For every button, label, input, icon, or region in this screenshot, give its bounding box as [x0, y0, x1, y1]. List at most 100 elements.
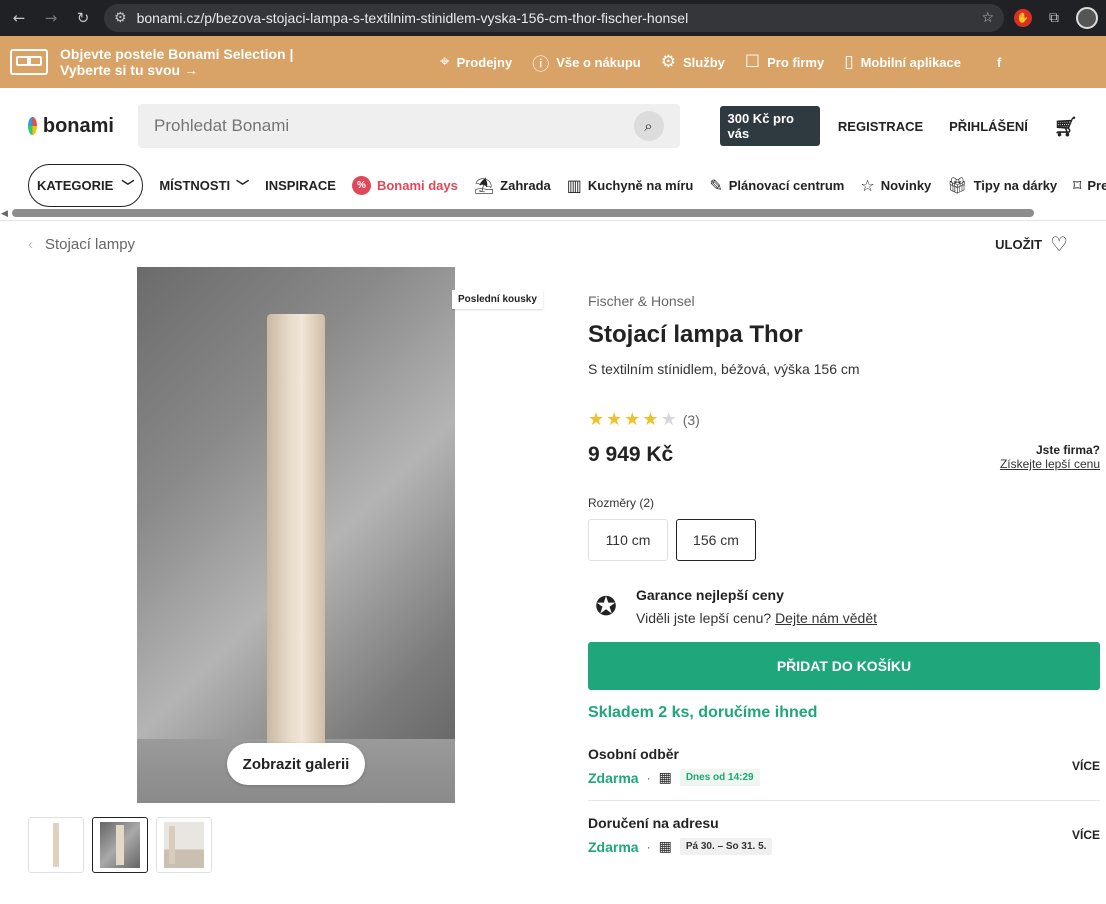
promo-line1: Objevte postele Bonami Selection | [60, 46, 294, 62]
promo-links: ⌖ Prodejny ⓘ Vše o nákupu ⚙ Služby ☐ Pro fir… [440, 50, 1001, 75]
firm-link[interactable]: Získejte lepší cenu [1000, 457, 1100, 471]
nav-zahrada[interactable]: ⛱ Zahrada [474, 176, 551, 195]
nav-tipy-label: Tipy na dárky [973, 177, 1058, 193]
badge-check-icon: ✪ [595, 591, 617, 622]
promo-link-aplikace[interactable]: ▯ Mobilní aplikace [844, 52, 961, 72]
more-button[interactable]: VÍCE [1072, 828, 1100, 842]
show-gallery-button[interactable]: Zobrazit galerii [227, 743, 365, 785]
promo-link-label: Pro firmy [767, 54, 825, 70]
price: 9 949 Kč [588, 443, 674, 466]
breadcrumb[interactable]: ‹ Stojací lampy [28, 236, 135, 253]
thumbnail-1[interactable] [28, 817, 84, 873]
nav-inspirace[interactable]: INSPIRACE [265, 178, 336, 193]
logo-text: bonami [42, 114, 114, 137]
site-header: bonami ⌕ 300 Kč pro vás REGISTRACE PŘIHL… [0, 88, 1106, 164]
thumbnail-2[interactable] [92, 817, 148, 873]
facebook-icon[interactable]: f [997, 55, 1001, 70]
thumbnail-lamp-image [53, 823, 59, 867]
discount-badge[interactable]: 300 Kč pro vás [719, 106, 820, 146]
delivery-date: Pá 30. – So 31. 5. [679, 838, 773, 855]
breadcrumb-row: ‹ Stojací lampy ULOŽIT ♡ [0, 221, 1106, 267]
product-title: Stojací lampa Thor [588, 321, 803, 348]
facebook-label: f [997, 54, 1002, 70]
profile-avatar[interactable] [1076, 7, 1098, 29]
nav-tipy[interactable]: 🎁︎ Tipy na dárky [947, 176, 1057, 195]
percent-icon: % [351, 175, 371, 195]
promo-link-label: Vše o nákupu [556, 54, 641, 70]
scroll-thumb[interactable] [12, 209, 1034, 217]
delivery-option-address: Doručení na adresu Zdarma · ▦ Pá 30. – S… [588, 800, 1100, 869]
nav-kuchyne-label: Kuchyně na míru [587, 177, 694, 193]
chevron-left-icon: ‹ [28, 235, 33, 253]
more-button[interactable]: VÍCE [1072, 759, 1100, 773]
nav-mistnosti[interactable]: MÍSTNOSTI ﹀ [159, 176, 249, 195]
firm-title: Jste firma? [1035, 443, 1100, 457]
cart-icon[interactable]: 🛒︎ [1054, 115, 1078, 138]
promo-link-prodejny[interactable]: ⌖ Prodejny [440, 52, 512, 72]
rating[interactable]: ★ ★ ★ ★ ★ (3) [588, 411, 1100, 429]
nav-planovaci-label: Plánovací centrum [728, 177, 845, 193]
calendar-icon: ▦ [658, 838, 672, 855]
thumbnail-room-image [164, 822, 204, 868]
separator-dot: · [646, 839, 651, 854]
bookmark-star-icon[interactable]: ☆ [981, 10, 994, 26]
product-subtitle: S textilním stínidlem, béžová, výška 156… [588, 361, 860, 377]
product-main: Zobrazit galerii Poslední kousky Fischer… [0, 267, 1106, 904]
dimension-option-110[interactable]: 110 cm [588, 519, 668, 561]
save-button[interactable]: ULOŽIT ♡ [995, 232, 1068, 256]
bonami-logo[interactable]: bonami [28, 115, 114, 138]
url-text: bonami.cz/p/bezova-stojaci-lampa-s-texti… [136, 10, 689, 26]
brand-link[interactable]: Fischer & Honsel [588, 293, 1100, 309]
chevron-down-icon: ﹀ [121, 178, 135, 194]
nav-kuchyne[interactable]: ▥ Kuchyně na míru [567, 176, 694, 195]
star-empty-icon: ★ [660, 409, 677, 430]
breadcrumb-label: Stojací lampy [45, 235, 136, 253]
nav-kategorie[interactable]: KATEGORIE ﹀ [28, 163, 144, 207]
bed-icon [10, 49, 48, 75]
add-to-cart-button[interactable]: PŘIDAT DO KOŠÍKU [588, 642, 1100, 690]
address-bar[interactable]: ⚙ bonami.cz/p/bezova-stojaci-lampa-s-tex… [104, 4, 1004, 32]
location-pin-icon: ⌖ [440, 52, 450, 72]
nav-novinky-label: Novinky [880, 177, 932, 193]
reload-icon[interactable]: ↻ [72, 7, 94, 29]
nav-novinky[interactable]: ☆ Novinky [860, 176, 931, 195]
star-icon: ★ [588, 409, 605, 430]
search-icon[interactable]: ⌕ [633, 111, 664, 141]
adblock-extension-icon[interactable]: ✋ [1014, 9, 1032, 27]
promo-bar: Objevte postele Bonami Selection | Vyber… [0, 36, 1106, 88]
nav-bonami-days[interactable]: % Bonami days [351, 175, 458, 195]
promo-link-label: Prodejny [456, 54, 513, 70]
lamp-illustration [267, 314, 325, 759]
back-arrow-icon[interactable]: ← [8, 7, 30, 29]
calendar-icon: ▦ [658, 769, 672, 786]
scroll-left-icon[interactable]: ◀ [1, 208, 8, 219]
guarantee-title: Garance nejlepší ceny [636, 587, 784, 603]
extensions-puzzle-icon[interactable]: ⧉ [1042, 6, 1066, 30]
star-icon: ★ [606, 409, 623, 430]
category-nav: KATEGORIE ﹀ MÍSTNOSTI ﹀ INSPIRACE % Bonami … [0, 163, 1106, 207]
promo-link-sluzby[interactable]: ⚙ Služby [661, 52, 725, 72]
thumbnail-3[interactable] [156, 817, 212, 873]
business-offer: Jste firma? Získejte lepší cenu [1000, 443, 1100, 471]
nav-scrollbar[interactable]: ◀ [0, 206, 1106, 220]
register-link[interactable]: REGISTRACE [838, 119, 923, 134]
login-link[interactable]: PŘIHLÁŠENÍ [949, 119, 1028, 134]
promo-link-nakup[interactable]: ⓘ Vše o nákupu [532, 50, 641, 75]
forward-arrow-icon[interactable]: → [40, 7, 62, 29]
promo-banner[interactable]: Objevte postele Bonami Selection | Vyber… [10, 46, 440, 78]
delivery-price: Zdarma [588, 769, 639, 786]
nav-premium-label: Prem [1087, 177, 1106, 193]
search-input[interactable] [154, 116, 594, 136]
nav-planovaci[interactable]: ✎ Plánovací centrum [709, 176, 844, 195]
rating-count: (3) [682, 412, 700, 428]
dimension-option-156[interactable]: 156 cm [676, 519, 756, 561]
nav-kategorie-label: KATEGORIE [37, 177, 114, 193]
separator-dot: · [646, 770, 651, 785]
nav-premium[interactable]: ⌑ Prem [1073, 176, 1106, 195]
promo-link-firmy[interactable]: ☐ Pro firmy [745, 52, 824, 72]
browser-toolbar: ← → ↻ ⚙ bonami.cz/p/bezova-stojaci-lampa… [0, 0, 1106, 36]
guarantee-link[interactable]: Dejte nám vědět [775, 610, 877, 626]
gift-icon: 🎁︎ [947, 175, 968, 195]
site-info-icon[interactable]: ⚙ [114, 10, 127, 26]
product-image[interactable]: Zobrazit galerii [137, 267, 455, 803]
